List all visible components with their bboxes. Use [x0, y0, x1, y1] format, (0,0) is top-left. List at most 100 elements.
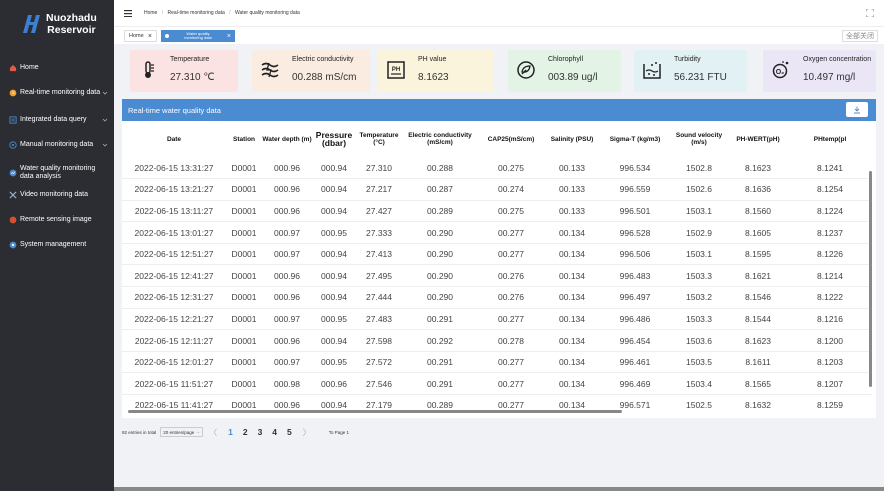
column-header[interactable]: Pressure (dbar)	[312, 121, 356, 157]
table-cell: 2022-06-15 12:21:27	[122, 308, 226, 331]
table-cell: 00.287	[402, 178, 478, 201]
sidebar-item-realtime[interactable]: Real-time monitoring data	[0, 88, 114, 97]
table-cell: 000.96	[262, 178, 312, 201]
table-cell: 000.96	[262, 286, 312, 309]
tab-home[interactable]: Home ×	[124, 30, 157, 42]
page-number-button[interactable]: 4	[272, 427, 277, 437]
table-cell: 996.559	[600, 178, 670, 201]
table-row[interactable]: 2022-06-15 12:21:27 D0001 000.97 000.95 27.4…	[122, 308, 872, 331]
vertical-scrollbar[interactable]	[869, 171, 872, 387]
oxygen-icon: O₂	[771, 60, 791, 80]
table-row[interactable]: 2022-06-15 13:31:27 D0001 000.96 000.94 27.3…	[122, 157, 872, 180]
table-cell: 00.289	[402, 200, 478, 223]
column-header[interactable]: PHtemp(pl	[788, 121, 872, 157]
page-number-button[interactable]: 1	[228, 427, 233, 437]
table-row[interactable]: 2022-06-15 12:51:27 D0001 000.97 000.94 27.4…	[122, 243, 872, 266]
sidebar-item-label: Manual monitoring data	[20, 140, 94, 148]
tab-water-quality[interactable]: Water quality monitoring data ×	[161, 30, 235, 42]
table-cell: 00.133	[544, 200, 600, 223]
table-cell: 00.278	[478, 329, 544, 352]
table-cell: 27.427	[356, 200, 402, 223]
page-number-button[interactable]: 2	[243, 427, 248, 437]
table-cell: 8.1595	[728, 243, 788, 266]
column-header[interactable]: Salinity (PSU)	[544, 121, 600, 157]
table-cell: 000.96	[262, 157, 312, 180]
top-bar: Home / Real-time monitoring data / Water…	[114, 0, 884, 26]
column-header[interactable]: Temperature (°C)	[356, 121, 402, 157]
sidebar-item-system[interactable]: System management	[0, 240, 114, 249]
sidebar-item-query[interactable]: Integrated data query	[0, 115, 114, 124]
column-header[interactable]: Date	[122, 121, 226, 157]
panel-title: Real-time water quality data	[128, 105, 221, 115]
prev-page-button[interactable]: 〈	[209, 427, 217, 438]
sidebar-item-analysis[interactable]: Water quality monitoring data analysis	[0, 165, 114, 181]
column-header[interactable]: PH-WERT(pH)	[728, 121, 788, 157]
table-cell: 00.277	[478, 221, 544, 244]
download-button[interactable]	[846, 102, 868, 117]
metric-value: 56.231 FTU	[674, 72, 727, 83]
table-cell: 000.94	[312, 329, 356, 352]
metric-title: Electric conductivity	[292, 56, 354, 63]
table-cell: 27.546	[356, 372, 402, 396]
page-number-button[interactable]: 3	[258, 427, 263, 437]
table-row[interactable]: 2022-06-15 12:01:27 D0001 000.97 000.95 27.5…	[122, 351, 872, 374]
table-cell: 00.276	[478, 286, 544, 309]
column-header[interactable]: Sound velocity (m/s)	[670, 121, 728, 157]
page-number-button[interactable]: 5	[287, 427, 292, 437]
table-cell: 1502.6	[670, 178, 728, 201]
table-row[interactable]: 2022-06-15 13:11:27 D0001 000.96 000.94 27.4…	[122, 200, 872, 223]
table-row[interactable]: 2022-06-15 13:01:27 D0001 000.97 000.95 27.3…	[122, 221, 872, 244]
chevron-down-icon	[102, 90, 108, 96]
table-header-row: Date Station Water depth (m) Pressure (dbar…	[122, 121, 872, 157]
pagination: 92 entries in total 20 entries/page ⌄ 〈 …	[122, 425, 349, 439]
table-cell: 996.454	[600, 329, 670, 352]
column-header[interactable]: Sigma-T (kg/m3)	[600, 121, 670, 157]
table-row[interactable]: 2022-06-15 13:21:27 D0001 000.96 000.94 27.2…	[122, 178, 872, 201]
chevron-down-icon: ⌄	[196, 429, 201, 434]
table-cell: 1503.3	[670, 308, 728, 331]
page-size-select[interactable]: 20 entries/page ⌄	[160, 427, 204, 437]
table-cell: 000.95	[312, 221, 356, 244]
table-row[interactable]: 2022-06-15 12:11:27 D0001 000.96 000.94 27.5…	[122, 329, 872, 352]
breadcrumb-item-home[interactable]: Home	[144, 10, 157, 16]
table-cell: 8.1200	[788, 329, 872, 352]
close-icon[interactable]: ×	[227, 33, 231, 40]
sidebar-item-manual[interactable]: Manual monitoring data	[0, 140, 114, 149]
chevron-down-icon	[102, 142, 108, 148]
sidebar-item-home[interactable]: Home	[0, 63, 114, 72]
table-body: 2022-06-15 13:31:27 D0001 000.96 000.94 27.3…	[122, 157, 872, 413]
metric-value: 003.89 ug/l	[548, 72, 598, 83]
goto-page[interactable]: To Page 1	[329, 430, 349, 435]
horizontal-scrollbar[interactable]	[128, 410, 622, 413]
table-cell: 000.96	[262, 264, 312, 288]
table-cell: 000.96	[262, 200, 312, 223]
table-cell: 27.413	[356, 243, 402, 266]
sidebar-item-video[interactable]: Video monitoring data	[0, 190, 114, 199]
bottom-scrollbar[interactable]	[114, 487, 884, 491]
table-cell: D0001	[226, 308, 262, 331]
table-cell: D0001	[226, 372, 262, 396]
table-cell: 2022-06-15 13:11:27	[122, 200, 226, 223]
table-cell: 8.1237	[788, 221, 872, 244]
table-cell: 8.1621	[728, 264, 788, 288]
next-page-button[interactable]: 〉	[303, 427, 311, 438]
table-cell: 27.333	[356, 221, 402, 244]
table-cell: 8.1259	[788, 394, 872, 413]
table-cell: 8.1214	[788, 264, 872, 288]
close-all-button[interactable]: 全部关闭	[842, 30, 878, 42]
table-row[interactable]: 2022-06-15 12:31:27 D0001 000.96 000.94 27.4…	[122, 286, 872, 309]
close-icon[interactable]: ×	[148, 33, 152, 40]
table-row[interactable]: 2022-06-15 12:41:27 D0001 000.96 000.94 27.4…	[122, 264, 872, 288]
table-cell: 8.1632	[728, 394, 788, 413]
sidebar-item-remote[interactable]: Remote sensing image	[0, 215, 114, 224]
column-header[interactable]: Electric conductivity (mS/cm)	[402, 121, 478, 157]
menu-icon[interactable]	[124, 9, 132, 17]
column-header[interactable]: Water depth (m)	[262, 121, 312, 157]
table-row[interactable]: 2022-06-15 11:51:27 D0001 000.98 000.96 27.5…	[122, 372, 872, 396]
fullscreen-icon[interactable]	[866, 9, 874, 17]
table-cell: 00.276	[478, 264, 544, 288]
breadcrumb-item-realtime[interactable]: Real-time monitoring data	[168, 10, 225, 16]
column-header[interactable]: Station	[226, 121, 262, 157]
table-cell: 00.134	[544, 351, 600, 374]
column-header[interactable]: CAP25(mS/cm)	[478, 121, 544, 157]
